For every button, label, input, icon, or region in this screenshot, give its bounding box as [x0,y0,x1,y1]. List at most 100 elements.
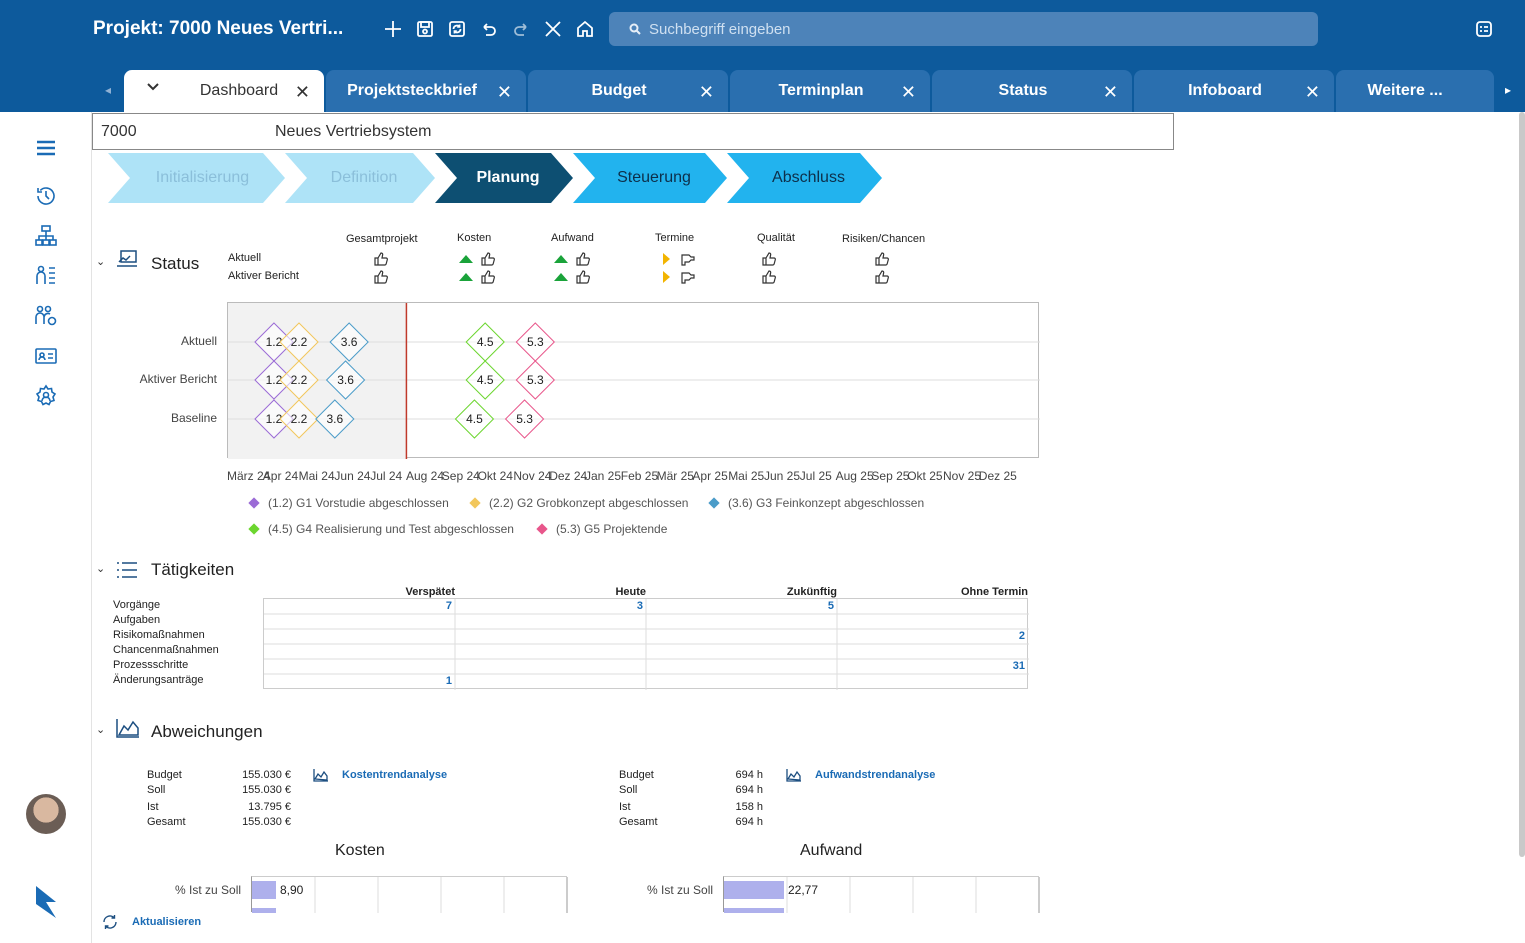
admin-settings-icon[interactable] [34,384,58,408]
team-settings-icon[interactable] [34,304,58,328]
legend-item[interactable]: (4.5) G4 Realisierung und Test abgeschlo… [248,522,514,536]
activities-count-link[interactable]: 3 [586,600,643,612]
thumbs-up-icon [875,270,889,284]
cost-bar-value: 8,90 [280,883,304,897]
thumbs-up-icon [374,252,388,266]
tab-status[interactable]: Status ✕ [932,70,1132,112]
area-chart-icon [116,718,140,743]
tab-close-icon[interactable]: ✕ [295,82,310,103]
redo-icon[interactable] [509,17,533,41]
phase-abschluss[interactable]: Abschluss [749,153,868,203]
panel-toggle-icon[interactable] [1473,18,1495,40]
chart-x-tick-label: Sep 24 [441,469,480,483]
add-icon[interactable] [381,17,405,41]
tab-dashboard[interactable]: Dashboard ✕ [124,70,324,112]
activities-count-link[interactable]: 1 [395,675,452,687]
activities-title: Tätigkeiten [151,560,235,579]
status-col-kosten: Kosten [457,232,492,244]
chart-x-tick-label: Nov 24 [513,469,552,483]
legend-item[interactable]: (5.3) G5 Projektende [536,522,667,536]
sync-icon[interactable] [445,17,469,41]
home-icon[interactable] [573,17,597,41]
cost-chart-label: % Ist zu Soll [175,883,242,897]
tab-weitere[interactable]: Weitere ... [1336,70,1494,112]
save-icon[interactable] [413,17,437,41]
top-bar: Projekt: 7000 Neues Vertri... Suchbegrif… [0,0,1525,112]
effort-gesamt-label: Gesamt [619,816,658,828]
phase-initialisierung[interactable]: Initialisierung [130,153,275,203]
legend-item[interactable]: (3.6) G3 Feinkonzept abgeschlossen [708,496,924,510]
status-collapse-icon[interactable]: ⌄ [96,255,105,268]
chart-x-tick-label: Mär 25 [656,469,694,483]
effort-chart-title: Aufwand [800,842,863,859]
chart-x-tick-label: Aug 24 [406,469,445,483]
cost-ist-label: Ist [147,801,159,813]
activities-row-label: Prozessschritte [113,659,189,671]
chart-x-tick-label: Mai 25 [728,469,765,483]
thumbs-up-icon [576,252,590,266]
activities-count-link[interactable]: 2 [968,630,1025,642]
resources-icon[interactable] [34,264,58,288]
thumbs-up-icon [481,270,495,284]
tab-scroll-right-icon[interactable]: ▸ [1505,83,1511,97]
menu-icon[interactable] [34,136,58,160]
tab-close-icon[interactable]: ✕ [699,82,714,103]
activities-col-heute: Heute [615,586,646,598]
list-icon [116,561,138,584]
chart-x-tick-label: Sep 25 [871,469,910,483]
tab-terminplan[interactable]: Terminplan ✕ [730,70,930,112]
project-header: 7000 Neues Vertriebsystem [92,113,1174,150]
sidebar [0,112,92,943]
tab-infoboard[interactable]: Infoboard ✕ [1134,70,1334,112]
history-icon[interactable] [34,184,58,208]
cost-gesamt-value: 155.030 € [242,816,291,828]
legend-label: (4.5) G4 Realisierung und Test abgeschlo… [268,522,514,536]
deviations-collapse-icon[interactable]: ⌄ [96,723,105,736]
tab-close-icon[interactable]: ✕ [497,82,512,103]
chart-x-tick-label: Apr 25 [692,469,728,483]
activities-table [263,598,1029,690]
close-icon[interactable] [541,17,565,41]
activities-count-link[interactable]: 7 [395,600,452,612]
undo-icon[interactable] [477,17,501,41]
chart-x-tick-label: Jul 25 [799,469,832,483]
scrollbar[interactable] [1519,112,1525,857]
effort-ist-label: Ist [619,801,631,813]
chart-x-tick-label: Jun 24 [334,469,371,483]
cost-trend-link[interactable]: Kostentrendanalyse [342,769,447,781]
activities-count-link[interactable]: 31 [968,660,1025,672]
chevron-down-icon[interactable] [146,80,160,99]
refresh-icon [103,915,117,929]
phase-definition[interactable]: Definition [307,153,421,203]
effort-trend-link[interactable]: Aufwandstrendanalyse [815,769,935,781]
effort-budget-label: Budget [619,769,654,781]
org-chart-icon[interactable] [34,224,58,248]
tab-projektsteckbrief[interactable]: Projektsteckbrief ✕ [326,70,526,112]
status-trend-up-icon [459,273,473,281]
phase-planung[interactable]: Planung [457,153,559,203]
tab-budget[interactable]: Budget ✕ [528,70,728,112]
activities-collapse-icon[interactable]: ⌄ [96,562,105,575]
chart-x-tick-label: Apr 24 [262,469,299,483]
user-avatar[interactable] [26,794,66,834]
phase-steuerung[interactable]: Steuerung [595,153,713,203]
activities-count-link[interactable]: 5 [777,600,834,612]
cost-bar [252,881,276,899]
activities-row-label: Risikomaßnahmen [113,629,205,641]
tab-close-icon[interactable]: ✕ [901,82,916,103]
legend-item[interactable]: (2.2) G2 Grobkonzept abgeschlossen [469,496,688,510]
milestone-label: 5.3 [527,335,544,349]
id-card-icon[interactable] [34,344,58,368]
refresh-label: Aktualisieren [132,916,202,928]
milestone-label: 2.2 [291,335,308,349]
tab-scroll-left-icon[interactable]: ◂ [105,83,111,97]
refresh-button[interactable]: Aktualisieren [102,914,201,930]
status-row-aktuell: Aktuell [228,252,262,264]
search-input[interactable]: Suchbegriff eingeben [609,12,1318,46]
effort-trend-icon[interactable] [786,768,802,787]
effort-ist-value: 158 h [735,801,763,813]
tab-close-icon[interactable]: ✕ [1103,82,1118,103]
legend-item[interactable]: (1.2) G1 Vorstudie abgeschlossen [248,496,449,510]
cost-trend-icon[interactable] [313,768,329,787]
tab-close-icon[interactable]: ✕ [1305,82,1320,103]
